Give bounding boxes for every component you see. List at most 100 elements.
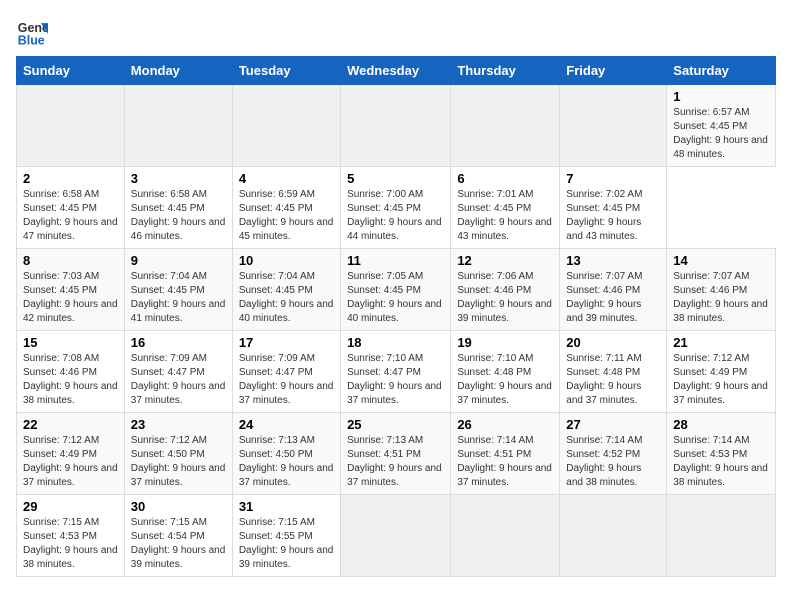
- calendar-cell: [17, 85, 125, 167]
- day-detail: Sunrise: 7:15 AMSunset: 4:54 PMDaylight:…: [131, 517, 226, 570]
- day-detail: Sunrise: 7:04 AMSunset: 4:45 PMDaylight:…: [131, 271, 226, 324]
- calendar-cell: 7 Sunrise: 7:02 AMSunset: 4:45 PMDayligh…: [560, 167, 667, 249]
- day-detail: Sunrise: 7:13 AMSunset: 4:51 PMDaylight:…: [347, 435, 442, 488]
- day-number: 31: [239, 499, 334, 514]
- day-number: 19: [457, 335, 553, 350]
- day-detail: Sunrise: 7:13 AMSunset: 4:50 PMDaylight:…: [239, 435, 334, 488]
- day-number: 8: [23, 253, 118, 268]
- calendar-cell: 13 Sunrise: 7:07 AMSunset: 4:46 PMDaylig…: [560, 249, 667, 331]
- calendar-cell: 6 Sunrise: 7:01 AMSunset: 4:45 PMDayligh…: [451, 167, 560, 249]
- calendar-cell: [451, 495, 560, 577]
- logo-icon: General Blue: [16, 16, 48, 48]
- day-detail: Sunrise: 6:57 AMSunset: 4:45 PMDaylight:…: [673, 107, 768, 160]
- calendar-cell: 10 Sunrise: 7:04 AMSunset: 4:45 PMDaylig…: [232, 249, 340, 331]
- day-detail: Sunrise: 7:08 AMSunset: 4:46 PMDaylight:…: [23, 353, 118, 406]
- day-number: 18: [347, 335, 444, 350]
- page-header: General Blue: [16, 16, 776, 48]
- day-number: 3: [131, 171, 226, 186]
- calendar-cell: 15 Sunrise: 7:08 AMSunset: 4:46 PMDaylig…: [17, 331, 125, 413]
- day-number: 5: [347, 171, 444, 186]
- day-detail: Sunrise: 7:15 AMSunset: 4:53 PMDaylight:…: [23, 517, 118, 570]
- calendar-cell: 12 Sunrise: 7:06 AMSunset: 4:46 PMDaylig…: [451, 249, 560, 331]
- calendar-cell: 24 Sunrise: 7:13 AMSunset: 4:50 PMDaylig…: [232, 413, 340, 495]
- calendar-cell: [232, 85, 340, 167]
- calendar-cell: [667, 495, 776, 577]
- day-number: 6: [457, 171, 553, 186]
- day-number: 14: [673, 253, 769, 268]
- svg-text:Blue: Blue: [18, 33, 45, 47]
- calendar-cell: 5 Sunrise: 7:00 AMSunset: 4:45 PMDayligh…: [341, 167, 451, 249]
- calendar-cell: 22 Sunrise: 7:12 AMSunset: 4:49 PMDaylig…: [17, 413, 125, 495]
- day-detail: Sunrise: 7:07 AMSunset: 4:46 PMDaylight:…: [673, 271, 768, 324]
- day-detail: Sunrise: 7:09 AMSunset: 4:47 PMDaylight:…: [239, 353, 334, 406]
- day-number: 11: [347, 253, 444, 268]
- day-detail: Sunrise: 7:07 AMSunset: 4:46 PMDaylight:…: [566, 271, 642, 324]
- day-header-friday: Friday: [560, 57, 667, 85]
- calendar-week-row: 2 Sunrise: 6:58 AMSunset: 4:45 PMDayligh…: [17, 167, 776, 249]
- calendar-cell: 11 Sunrise: 7:05 AMSunset: 4:45 PMDaylig…: [341, 249, 451, 331]
- calendar-body: 1 Sunrise: 6:57 AMSunset: 4:45 PMDayligh…: [17, 85, 776, 577]
- day-number: 15: [23, 335, 118, 350]
- calendar-cell: 17 Sunrise: 7:09 AMSunset: 4:47 PMDaylig…: [232, 331, 340, 413]
- day-detail: Sunrise: 6:58 AMSunset: 4:45 PMDaylight:…: [23, 189, 118, 242]
- day-number: 29: [23, 499, 118, 514]
- day-detail: Sunrise: 7:06 AMSunset: 4:46 PMDaylight:…: [457, 271, 552, 324]
- day-number: 9: [131, 253, 226, 268]
- day-detail: Sunrise: 6:59 AMSunset: 4:45 PMDaylight:…: [239, 189, 334, 242]
- calendar-cell: 19 Sunrise: 7:10 AMSunset: 4:48 PMDaylig…: [451, 331, 560, 413]
- day-detail: Sunrise: 7:09 AMSunset: 4:47 PMDaylight:…: [131, 353, 226, 406]
- day-detail: Sunrise: 7:10 AMSunset: 4:48 PMDaylight:…: [457, 353, 552, 406]
- day-number: 17: [239, 335, 334, 350]
- calendar-week-row: 8 Sunrise: 7:03 AMSunset: 4:45 PMDayligh…: [17, 249, 776, 331]
- calendar-cell: 28 Sunrise: 7:14 AMSunset: 4:53 PMDaylig…: [667, 413, 776, 495]
- day-number: 24: [239, 417, 334, 432]
- calendar-cell: [341, 85, 451, 167]
- calendar-week-row: 22 Sunrise: 7:12 AMSunset: 4:49 PMDaylig…: [17, 413, 776, 495]
- day-detail: Sunrise: 7:00 AMSunset: 4:45 PMDaylight:…: [347, 189, 442, 242]
- day-detail: Sunrise: 7:12 AMSunset: 4:50 PMDaylight:…: [131, 435, 226, 488]
- calendar-cell: 18 Sunrise: 7:10 AMSunset: 4:47 PMDaylig…: [341, 331, 451, 413]
- calendar-cell: 25 Sunrise: 7:13 AMSunset: 4:51 PMDaylig…: [341, 413, 451, 495]
- day-number: 21: [673, 335, 769, 350]
- day-detail: Sunrise: 7:11 AMSunset: 4:48 PMDaylight:…: [566, 353, 641, 406]
- day-number: 23: [131, 417, 226, 432]
- day-number: 22: [23, 417, 118, 432]
- calendar-cell: 31 Sunrise: 7:15 AMSunset: 4:55 PMDaylig…: [232, 495, 340, 577]
- day-detail: Sunrise: 7:10 AMSunset: 4:47 PMDaylight:…: [347, 353, 442, 406]
- day-number: 10: [239, 253, 334, 268]
- calendar-header-row: SundayMondayTuesdayWednesdayThursdayFrid…: [17, 57, 776, 85]
- day-number: 30: [131, 499, 226, 514]
- day-detail: Sunrise: 7:03 AMSunset: 4:45 PMDaylight:…: [23, 271, 118, 324]
- day-number: 27: [566, 417, 660, 432]
- day-number: 25: [347, 417, 444, 432]
- day-number: 16: [131, 335, 226, 350]
- calendar-cell: 2 Sunrise: 6:58 AMSunset: 4:45 PMDayligh…: [17, 167, 125, 249]
- day-detail: Sunrise: 7:12 AMSunset: 4:49 PMDaylight:…: [23, 435, 118, 488]
- day-number: 28: [673, 417, 769, 432]
- day-header-sunday: Sunday: [17, 57, 125, 85]
- day-detail: Sunrise: 7:12 AMSunset: 4:49 PMDaylight:…: [673, 353, 768, 406]
- day-header-thursday: Thursday: [451, 57, 560, 85]
- calendar-cell: 16 Sunrise: 7:09 AMSunset: 4:47 PMDaylig…: [124, 331, 232, 413]
- calendar-cell: [451, 85, 560, 167]
- day-detail: Sunrise: 7:14 AMSunset: 4:52 PMDaylight:…: [566, 435, 642, 488]
- day-detail: Sunrise: 7:15 AMSunset: 4:55 PMDaylight:…: [239, 517, 334, 570]
- calendar-cell: 29 Sunrise: 7:15 AMSunset: 4:53 PMDaylig…: [17, 495, 125, 577]
- day-header-monday: Monday: [124, 57, 232, 85]
- day-detail: Sunrise: 7:01 AMSunset: 4:45 PMDaylight:…: [457, 189, 552, 242]
- day-header-tuesday: Tuesday: [232, 57, 340, 85]
- day-detail: Sunrise: 7:14 AMSunset: 4:51 PMDaylight:…: [457, 435, 552, 488]
- day-header-wednesday: Wednesday: [341, 57, 451, 85]
- calendar-cell: [341, 495, 451, 577]
- calendar-cell: 3 Sunrise: 6:58 AMSunset: 4:45 PMDayligh…: [124, 167, 232, 249]
- calendar-cell: 30 Sunrise: 7:15 AMSunset: 4:54 PMDaylig…: [124, 495, 232, 577]
- day-detail: Sunrise: 7:14 AMSunset: 4:53 PMDaylight:…: [673, 435, 768, 488]
- calendar-cell: 9 Sunrise: 7:04 AMSunset: 4:45 PMDayligh…: [124, 249, 232, 331]
- calendar-week-row: 29 Sunrise: 7:15 AMSunset: 4:53 PMDaylig…: [17, 495, 776, 577]
- logo: General Blue: [16, 16, 48, 48]
- calendar-cell: 21 Sunrise: 7:12 AMSunset: 4:49 PMDaylig…: [667, 331, 776, 413]
- calendar-cell: 27 Sunrise: 7:14 AMSunset: 4:52 PMDaylig…: [560, 413, 667, 495]
- day-number: 1: [673, 89, 769, 104]
- calendar-cell: 8 Sunrise: 7:03 AMSunset: 4:45 PMDayligh…: [17, 249, 125, 331]
- day-detail: Sunrise: 6:58 AMSunset: 4:45 PMDaylight:…: [131, 189, 226, 242]
